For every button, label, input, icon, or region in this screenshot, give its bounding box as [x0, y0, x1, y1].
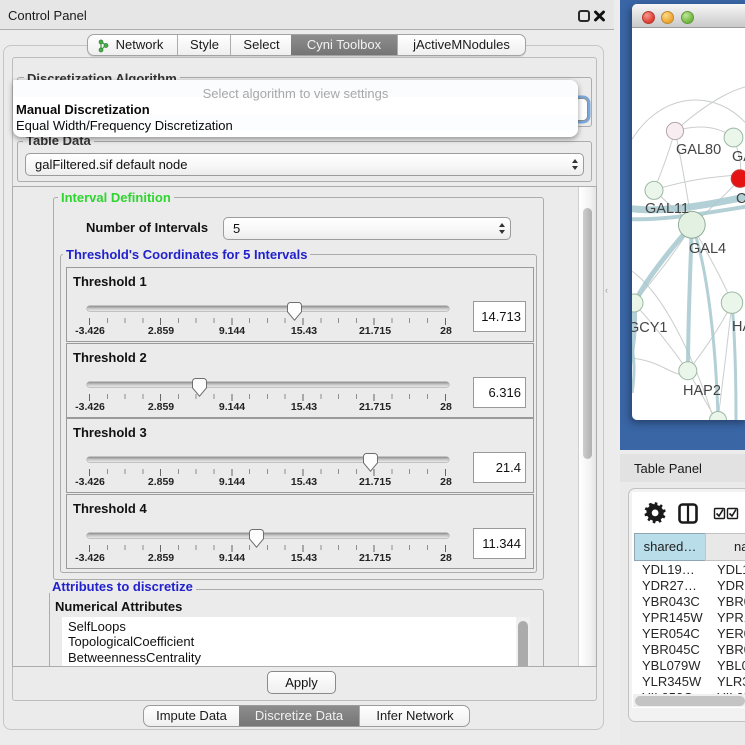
svg-text:HAP2: HAP2: [683, 383, 721, 399]
svg-text:GAL80: GAL80: [676, 142, 721, 158]
svg-text:GAL11: GAL11: [645, 201, 689, 217]
svg-text:GCY1: GCY1: [632, 320, 668, 336]
svg-text:GA: GA: [732, 149, 745, 165]
svg-text:GAL4: GAL4: [689, 241, 726, 257]
svg-text:CD: CD: [736, 191, 745, 207]
svg-text:HA: HA: [732, 319, 745, 335]
